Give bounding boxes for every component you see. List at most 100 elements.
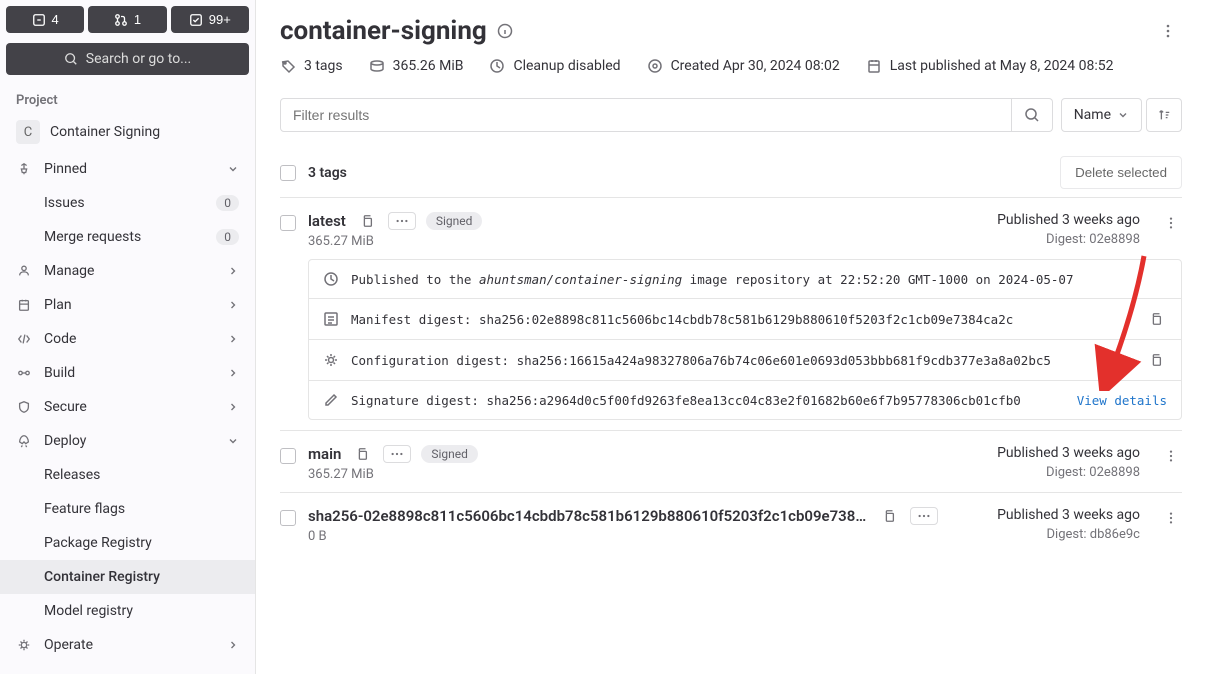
- tag-size: 0 B: [308, 529, 985, 544]
- search-icon: [64, 52, 78, 66]
- nav-code-label: Code: [44, 331, 76, 347]
- copy-config-button[interactable]: [1145, 351, 1167, 369]
- project-name: Container Signing: [50, 124, 160, 140]
- project-row[interactable]: C Container Signing: [0, 112, 255, 152]
- tag-details-toggle[interactable]: [910, 507, 938, 525]
- gear-icon: [323, 352, 339, 368]
- mr-counter-button[interactable]: 1: [88, 6, 166, 33]
- select-all-checkbox[interactable]: [280, 165, 296, 181]
- nav-deploy[interactable]: Deploy: [0, 424, 255, 458]
- chevron-down-icon: [227, 163, 239, 175]
- nav-pinned[interactable]: Pinned: [0, 152, 255, 186]
- nav-operate[interactable]: Operate: [0, 628, 255, 662]
- pin-icon: [16, 161, 32, 177]
- meta-created-text: Created Apr 30, 2024 08:02: [671, 58, 840, 74]
- manifest-digest: Manifest digest: sha256:02e8898c811c5606…: [351, 312, 1133, 327]
- todos-count: 99+: [209, 12, 231, 27]
- tag-checkbox[interactable]: [280, 448, 296, 464]
- tag-actions-menu[interactable]: [1160, 507, 1182, 529]
- rocket-icon: [16, 433, 32, 449]
- nav-feature-flags[interactable]: Feature flags: [0, 492, 255, 526]
- signed-badge: Signed: [421, 445, 478, 463]
- tag-actions-menu[interactable]: [1160, 212, 1182, 234]
- page-actions-menu[interactable]: [1154, 17, 1182, 45]
- nav-plan-label: Plan: [44, 297, 72, 313]
- tag-name[interactable]: main: [308, 445, 341, 463]
- nav-plan[interactable]: Plan: [0, 288, 255, 322]
- meta-published: Last published at May 8, 2024 08:52: [866, 58, 1114, 74]
- issues-badge: 0: [216, 195, 239, 211]
- nav-model-registry[interactable]: Model registry: [0, 594, 255, 628]
- tag-name[interactable]: latest: [308, 212, 346, 230]
- copy-tag-button[interactable]: [356, 212, 378, 230]
- issues-icon: [32, 13, 46, 27]
- nav-secure[interactable]: Secure: [0, 390, 255, 424]
- issues-counter-button[interactable]: 4: [6, 6, 84, 33]
- filter-search-button[interactable]: [1012, 98, 1053, 132]
- nav-container-registry-label: Container Registry: [44, 569, 160, 585]
- tag-digest: Digest: db86e9c: [997, 527, 1140, 542]
- clock-icon: [323, 271, 339, 287]
- info-icon[interactable]: [497, 23, 513, 39]
- copy-tag-button[interactable]: [878, 507, 900, 525]
- merge-request-icon: [114, 13, 128, 27]
- filter-input[interactable]: [280, 98, 1012, 132]
- tag-details-toggle[interactable]: [388, 212, 416, 230]
- meta-cleanup: Cleanup disabled: [489, 58, 620, 74]
- nav-package-registry[interactable]: Package Registry: [0, 526, 255, 560]
- chevron-right-icon: [227, 265, 239, 277]
- nav-build-label: Build: [44, 365, 75, 381]
- nav-code[interactable]: Code: [0, 322, 255, 356]
- nav-operate-label: Operate: [44, 637, 93, 653]
- nav-pinned-issues[interactable]: Issues 0: [0, 186, 255, 220]
- issues-count: 4: [52, 12, 59, 27]
- sort-dropdown[interactable]: Name: [1061, 98, 1142, 132]
- chevron-down-icon: [1117, 109, 1129, 121]
- nav-container-registry[interactable]: Container Registry: [0, 560, 255, 594]
- copy-tag-button[interactable]: [351, 445, 373, 463]
- project-avatar: C: [16, 120, 40, 144]
- nav-pinned-mr-label: Merge requests: [44, 229, 141, 245]
- copy-manifest-button[interactable]: [1145, 310, 1167, 328]
- chevron-right-icon: [227, 299, 239, 311]
- tag-details-toggle[interactable]: [383, 445, 411, 463]
- meta-created: Created Apr 30, 2024 08:02: [647, 58, 840, 74]
- delete-selected-button[interactable]: Delete selected: [1060, 156, 1182, 189]
- tag-actions-menu[interactable]: [1160, 445, 1182, 467]
- signed-badge: Signed: [426, 212, 483, 230]
- todos-counter-button[interactable]: 99+: [171, 6, 249, 33]
- nav-deploy-label: Deploy: [44, 433, 86, 449]
- sidebar: 4 1 99+ Search or go to... Project C Con…: [0, 0, 256, 674]
- nav-build[interactable]: Build: [0, 356, 255, 390]
- operate-icon: [16, 637, 32, 653]
- tag-row: latest Signed 365.27 MiB Published 3 wee…: [280, 197, 1182, 430]
- tag-digest: Digest: 02e8898: [997, 232, 1140, 247]
- chevron-down-icon: [227, 435, 239, 447]
- meta-size-text: 365.26 MiB: [393, 58, 464, 74]
- sort-direction-button[interactable]: [1146, 98, 1182, 132]
- tag-published: Published 3 weeks ago: [997, 212, 1140, 228]
- mr-count: 1: [134, 12, 141, 27]
- tags-count: 3 tags: [308, 165, 347, 181]
- global-search[interactable]: Search or go to...: [6, 43, 249, 75]
- tag-published: Published 3 weeks ago: [997, 507, 1140, 523]
- meta-tags-text: 3 tags: [304, 58, 343, 74]
- manifest-icon: [323, 311, 339, 327]
- config-digest: Configuration digest: sha256:16615a424a9…: [351, 353, 1133, 368]
- tag-checkbox[interactable]: [280, 510, 296, 526]
- sort-icon: [1157, 108, 1171, 122]
- nav-pinned-mr[interactable]: Merge requests 0: [0, 220, 255, 254]
- tag-checkbox[interactable]: [280, 215, 296, 231]
- tag-size: 365.27 MiB: [308, 467, 985, 482]
- build-icon: [16, 365, 32, 381]
- nav-releases[interactable]: Releases: [0, 458, 255, 492]
- manage-icon: [16, 263, 32, 279]
- pencil-icon: [323, 392, 339, 408]
- chevron-right-icon: [227, 639, 239, 651]
- main-content: container-signing 3 tags 365.26 MiB Clea…: [256, 0, 1206, 674]
- meta-size: 365.26 MiB: [369, 58, 464, 74]
- view-details-link[interactable]: View details: [1077, 393, 1167, 408]
- nav-manage[interactable]: Manage: [0, 254, 255, 288]
- tag-name[interactable]: sha256-02e8898c811c5606bc14cbdb78c581b61…: [308, 507, 868, 525]
- chevron-right-icon: [227, 333, 239, 345]
